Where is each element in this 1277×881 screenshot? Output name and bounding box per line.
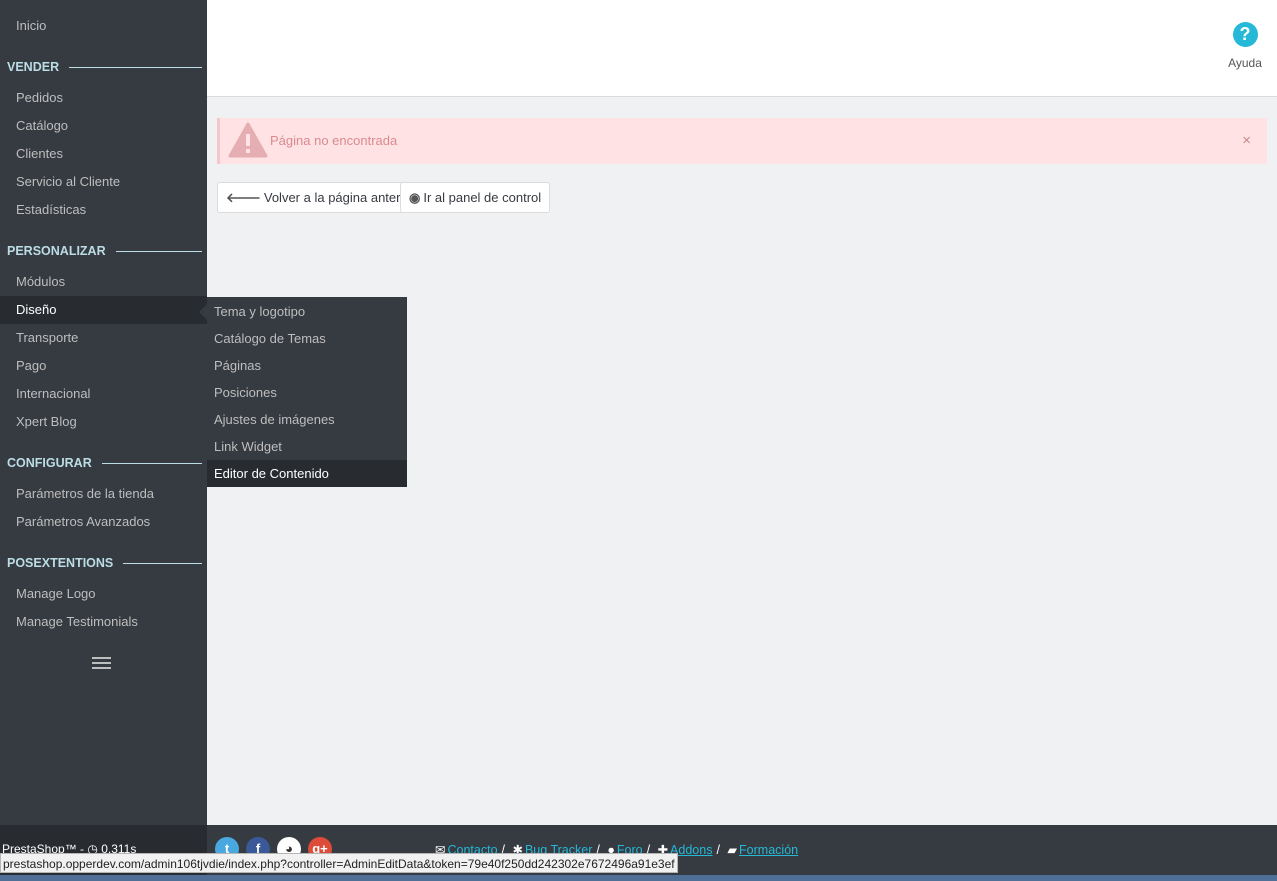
sidebar-item-label: Xpert Blog: [16, 414, 77, 429]
sidebar-item-estadisticas[interactable]: Estadísticas: [0, 196, 207, 224]
top-header: ? Ayuda: [207, 0, 1277, 97]
submenu-item-posiciones[interactable]: Posiciones: [207, 379, 407, 406]
back-button[interactable]: 🡐 Volver a la página anterior: [217, 182, 424, 213]
submenu-item-label: Catálogo de Temas: [214, 331, 326, 346]
dashboard-button[interactable]: ◉ Ir al panel de control: [400, 182, 551, 213]
submenu-item-label: Tema y logotipo: [214, 304, 306, 319]
sidebar-item-label: Pago: [16, 358, 47, 373]
sidebar-item-label: Internacional: [16, 386, 91, 401]
sidebar-item-parametros-avanzados[interactable]: Parámetros Avanzados: [0, 508, 207, 536]
training-link[interactable]: Formación: [739, 843, 798, 857]
sidebar-item-label: Módulos: [16, 274, 66, 289]
help-label: Ayuda: [1228, 56, 1262, 70]
help-button[interactable]: ? Ayuda: [1223, 22, 1267, 70]
warning-triangle-icon: [228, 122, 268, 158]
submenu-item-paginas[interactable]: Páginas: [207, 352, 407, 379]
sidebar-item-label: Pedidos: [16, 90, 63, 105]
sidebar-item-label: Parámetros de la tienda: [16, 486, 155, 501]
sidebar-item-manage-testimonials[interactable]: Manage Testimonials: [0, 608, 207, 636]
hamburger-menu-icon[interactable]: [92, 657, 111, 671]
submenu-item-editor-contenido[interactable]: Editor de Contenido: [207, 460, 407, 487]
section-heading-posextentions: POSEXTENTIONS: [7, 553, 202, 573]
question-circle-icon: ?: [1232, 22, 1258, 47]
heading-label: CONFIGURAR: [7, 456, 92, 470]
status-url: prestashop.opperdev.com/admin106tjvdie/i…: [3, 857, 675, 871]
sidebar-item-pedidos[interactable]: Pedidos: [0, 84, 207, 112]
heading-label: VENDER: [7, 60, 60, 74]
sidebar-item-label: Servicio al Cliente: [16, 174, 121, 189]
design-submenu: Tema y logotipo Catálogo de Temas Página…: [207, 297, 407, 487]
section-heading-personalizar: PERSONALIZAR: [7, 241, 202, 261]
browser-status-bar: prestashop.opperdev.com/admin106tjvdie/i…: [0, 853, 678, 873]
sidebar-item-diseno[interactable]: Diseño: [0, 296, 207, 324]
close-icon[interactable]: ×: [1242, 118, 1251, 164]
submenu-item-label: Link Widget: [214, 439, 282, 454]
sidebar-item-label: Manage Logo: [16, 586, 96, 601]
dashboard-icon: ◉: [409, 190, 421, 205]
heading-label: PERSONALIZAR: [7, 244, 106, 258]
submenu-item-label: Páginas: [214, 358, 261, 373]
sidebar-item-label: Manage Testimonials: [16, 614, 138, 629]
submenu-item-tema-logotipo[interactable]: Tema y logotipo: [207, 298, 407, 325]
sidebar-item-pago[interactable]: Pago: [0, 352, 207, 380]
sidebar-item-internacional[interactable]: Internacional: [0, 380, 207, 408]
sidebar: Inicio VENDER Pedidos Catálogo Clientes …: [0, 0, 207, 825]
arrow-left-icon: 🡐: [226, 190, 261, 205]
sidebar-item-label: Catálogo: [16, 118, 69, 133]
heading-divider: [101, 462, 202, 464]
alert-message: Página no encontrada: [270, 133, 398, 148]
sidebar-item-label: Inicio: [16, 18, 47, 33]
heading-divider: [115, 250, 202, 252]
error-alert: Página no encontrada ×: [217, 118, 1267, 164]
submenu-item-label: Ajustes de imágenes: [214, 412, 335, 427]
os-taskbar: [0, 875, 1277, 881]
submenu-item-label: Posiciones: [214, 385, 277, 400]
sidebar-item-inicio[interactable]: Inicio: [0, 12, 207, 40]
section-heading-configurar: CONFIGURAR: [7, 453, 202, 473]
back-button-label: Volver a la página anterior: [263, 190, 415, 205]
sidebar-item-label: Transporte: [16, 330, 79, 345]
heading-label: POSEXTENTIONS: [7, 556, 114, 570]
sidebar-item-parametros-tienda[interactable]: Parámetros de la tienda: [0, 480, 207, 508]
submenu-item-link-widget[interactable]: Link Widget: [207, 433, 407, 460]
sidebar-item-label: Clientes: [16, 146, 63, 161]
sidebar-item-modulos[interactable]: Módulos: [0, 268, 207, 296]
section-heading-vender: VENDER: [7, 57, 202, 77]
sidebar-item-transporte[interactable]: Transporte: [0, 324, 207, 352]
sidebar-item-servicio-cliente[interactable]: Servicio al Cliente: [0, 168, 207, 196]
submenu-item-catalogo-temas[interactable]: Catálogo de Temas: [207, 325, 407, 352]
sidebar-item-xpert-blog[interactable]: Xpert Blog: [0, 408, 207, 436]
heading-divider: [69, 66, 202, 68]
dashboard-button-label: Ir al panel de control: [423, 190, 542, 205]
book-icon: ▰: [727, 843, 738, 857]
sidebar-item-label: Parámetros Avanzados: [16, 514, 151, 529]
heading-divider: [123, 562, 202, 564]
submenu-item-ajustes-imagenes[interactable]: Ajustes de imágenes: [207, 406, 407, 433]
sidebar-item-label: Diseño: [16, 302, 57, 317]
active-item-pointer: [199, 304, 207, 320]
sidebar-item-clientes[interactable]: Clientes: [0, 140, 207, 168]
sidebar-item-label: Estadísticas: [16, 202, 87, 217]
sidebar-item-catalogo[interactable]: Catálogo: [0, 112, 207, 140]
submenu-item-label: Editor de Contenido: [214, 466, 329, 481]
sidebar-item-manage-logo[interactable]: Manage Logo: [0, 580, 207, 608]
